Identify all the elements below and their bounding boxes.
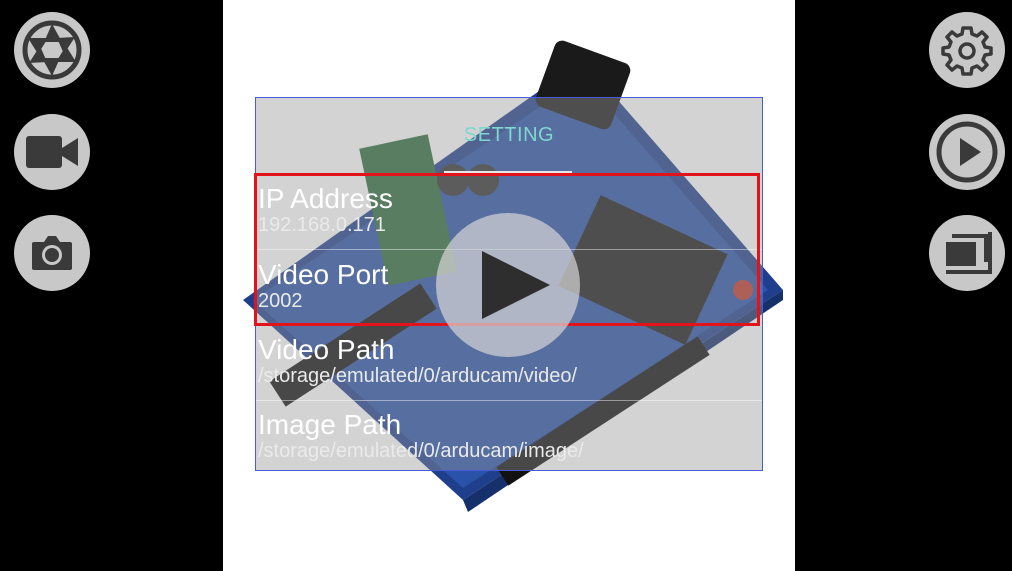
camera-icon xyxy=(32,236,72,270)
gallery-button[interactable] xyxy=(929,215,1005,291)
photo-capture-button[interactable] xyxy=(14,215,90,291)
video-camera-icon xyxy=(26,136,78,168)
playback-button[interactable] xyxy=(929,114,1005,190)
video-record-button[interactable] xyxy=(14,114,90,190)
settings-button[interactable] xyxy=(929,12,1005,88)
setting-value: /storage/emulated/0/arducam/image/ xyxy=(258,440,584,462)
setting-row-image-path[interactable]: Image Path /storage/emulated/0/arducam/i… xyxy=(256,400,762,476)
gallery-icon xyxy=(946,232,992,274)
aperture-icon xyxy=(22,20,82,80)
settings-title: SETTING xyxy=(463,124,555,146)
setting-value: /storage/emulated/0/arducam/video/ xyxy=(258,365,578,387)
play-icon xyxy=(936,121,998,183)
setting-label: Image Path xyxy=(258,409,402,440)
setting-label: Video Path xyxy=(258,334,395,365)
play-icon xyxy=(482,251,550,319)
left-toolbar xyxy=(0,0,223,571)
aperture-button[interactable] xyxy=(14,12,90,88)
center-play-button[interactable] xyxy=(436,213,580,357)
gear-icon xyxy=(941,26,993,76)
